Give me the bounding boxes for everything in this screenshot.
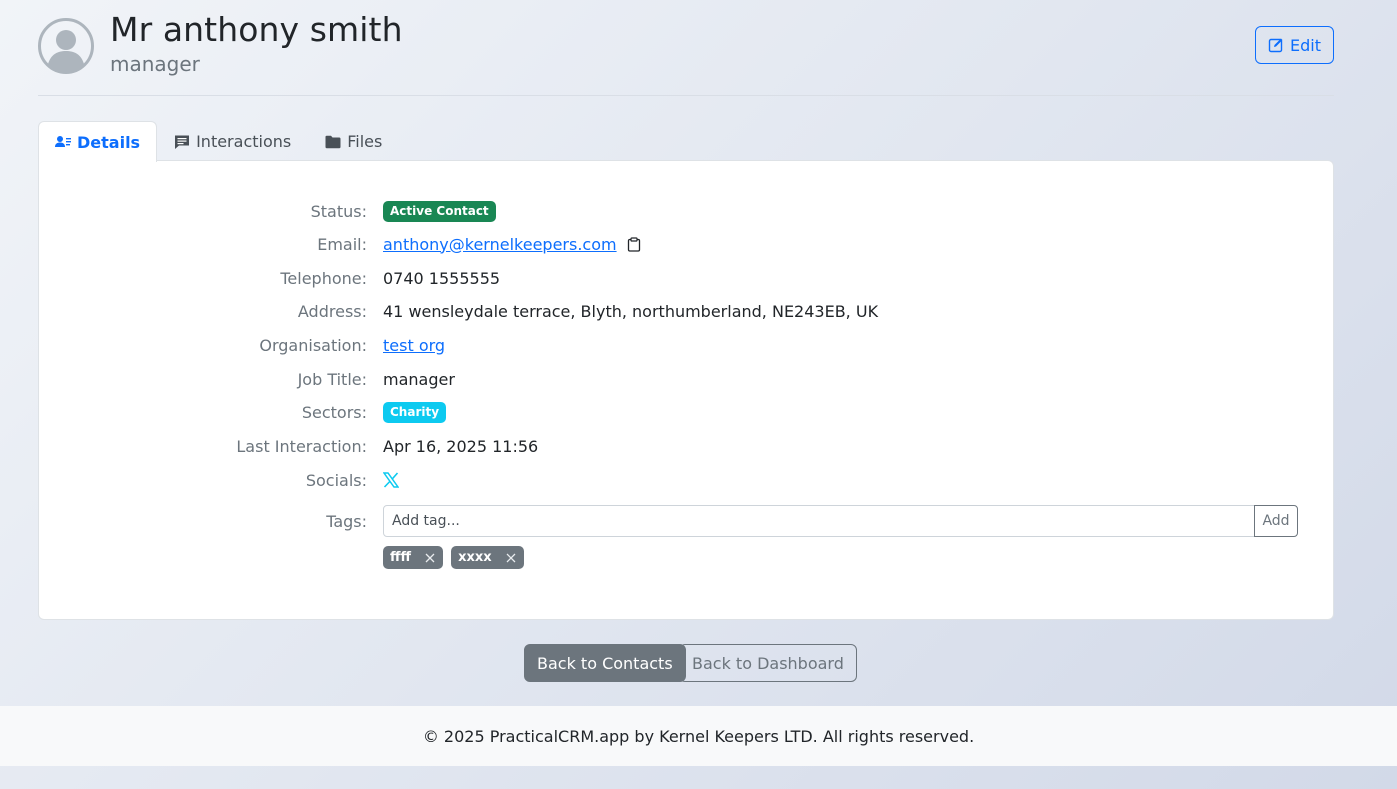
edit-icon: [1268, 38, 1283, 53]
add-tag-input[interactable]: [383, 505, 1255, 537]
telephone-label: Telephone:: [280, 268, 367, 288]
x-twitter-icon[interactable]: [383, 472, 399, 488]
details-card: Status: Active Contact Email: anthony@ke…: [38, 160, 1334, 620]
detail-row-sectors: Sectors: Charity: [39, 400, 1333, 424]
detail-row-organisation: Organisation: test org: [39, 333, 1333, 357]
tag-chip-label: xxxx: [458, 550, 492, 565]
job-title-label: Job Title:: [297, 369, 367, 389]
socials-label: Socials:: [305, 470, 367, 490]
tab-details[interactable]: Details: [38, 121, 158, 162]
user-details-icon: [55, 136, 71, 147]
status-label: Status:: [310, 201, 367, 221]
page-footer: © 2025 PracticalCRM.app by Kernel Keeper…: [0, 706, 1397, 766]
add-tag-button[interactable]: Add: [1254, 505, 1298, 537]
page-container: Mr anthony smith manager Edit Details In…: [38, 0, 1334, 620]
telephone-value: 0740 1555555: [383, 268, 501, 288]
tags-label: Tags:: [326, 511, 367, 531]
detail-row-address: Address: 41 wensleydale terrace, Blyth, …: [39, 299, 1333, 323]
tag-list: ffff xxxx: [383, 546, 524, 569]
email-label: Email:: [317, 234, 367, 254]
page-title: Mr anthony smith: [110, 10, 403, 49]
detail-row-last-interaction: Last Interaction: Apr 16, 2025 11:56: [39, 434, 1333, 458]
tag-chip-label: ffff: [390, 550, 412, 565]
address-value: 41 wensleydale terrace, Blyth, northumbe…: [383, 301, 879, 321]
close-icon[interactable]: [425, 553, 435, 563]
tab-details-label: Details: [77, 132, 141, 152]
edit-button-label: Edit: [1290, 35, 1321, 55]
detail-row-email: Email: anthony@kernelkeepers.com: [39, 232, 1333, 256]
detail-row-job-title: Job Title: manager: [39, 367, 1333, 391]
tag-chip: ffff: [383, 546, 444, 569]
email-link[interactable]: anthony@kernelkeepers.com: [383, 235, 617, 254]
tab-interactions-label: Interactions: [196, 132, 292, 151]
tab-interactions[interactable]: Interactions: [157, 121, 308, 161]
detail-row-telephone: Telephone: 0740 1555555: [39, 266, 1333, 290]
organisation-link[interactable]: test org: [383, 336, 445, 355]
organisation-label: Organisation:: [259, 335, 367, 355]
clipboard-icon[interactable]: [627, 236, 641, 252]
sector-badge: Charity: [383, 401, 447, 423]
tab-files[interactable]: Files: [308, 121, 399, 161]
close-icon[interactable]: [506, 553, 516, 563]
user-avatar-icon: [38, 18, 94, 74]
address-label: Address:: [297, 301, 367, 321]
detail-row-status: Status: Active Contact: [39, 199, 1333, 223]
back-to-dashboard-button[interactable]: Back to Dashboard: [679, 644, 857, 682]
contact-header: Mr anthony smith manager Edit: [38, 0, 1334, 96]
edit-button[interactable]: Edit: [1255, 26, 1334, 64]
footer-copyright: © 2025 PracticalCRM.app by Kernel Keeper…: [422, 726, 975, 746]
last-interaction-value: Apr 16, 2025 11:56: [383, 436, 539, 456]
back-to-contacts-button[interactable]: Back to Contacts: [524, 644, 686, 682]
status-badge: Active Contact: [383, 200, 496, 222]
sectors-label: Sectors:: [301, 402, 367, 422]
folder-icon: [325, 135, 341, 148]
job-title-value: manager: [383, 369, 455, 389]
tag-chip: xxxx: [451, 546, 524, 569]
detail-row-socials: Socials:: [39, 468, 1333, 492]
contact-tabs: Details Interactions Files: [38, 121, 399, 162]
contact-job-subtitle: manager: [110, 52, 200, 76]
last-interaction-label: Last Interaction:: [236, 436, 367, 456]
tab-files-label: Files: [347, 132, 383, 151]
comment-icon: [175, 135, 190, 149]
